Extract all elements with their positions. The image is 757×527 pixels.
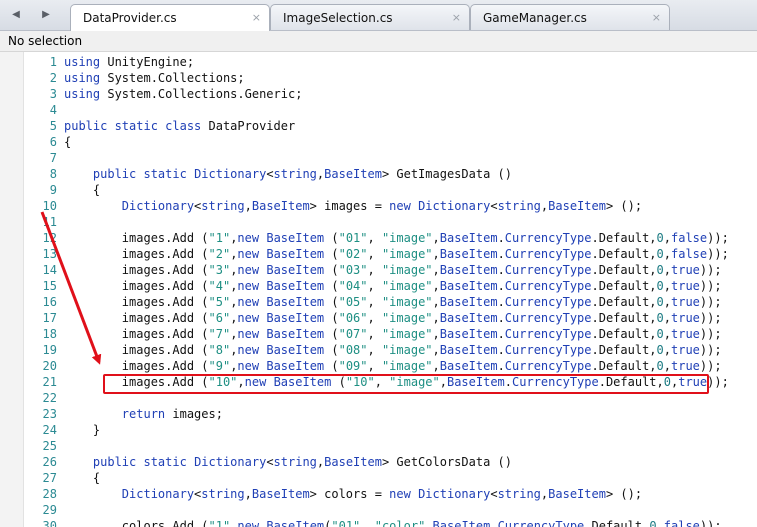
tab-dataprovider[interactable]: DataProvider.cs × xyxy=(70,4,270,31)
close-icon[interactable]: × xyxy=(252,5,261,31)
tab-label: DataProvider.cs xyxy=(83,11,177,25)
annotation-arrow-icon xyxy=(40,211,102,365)
